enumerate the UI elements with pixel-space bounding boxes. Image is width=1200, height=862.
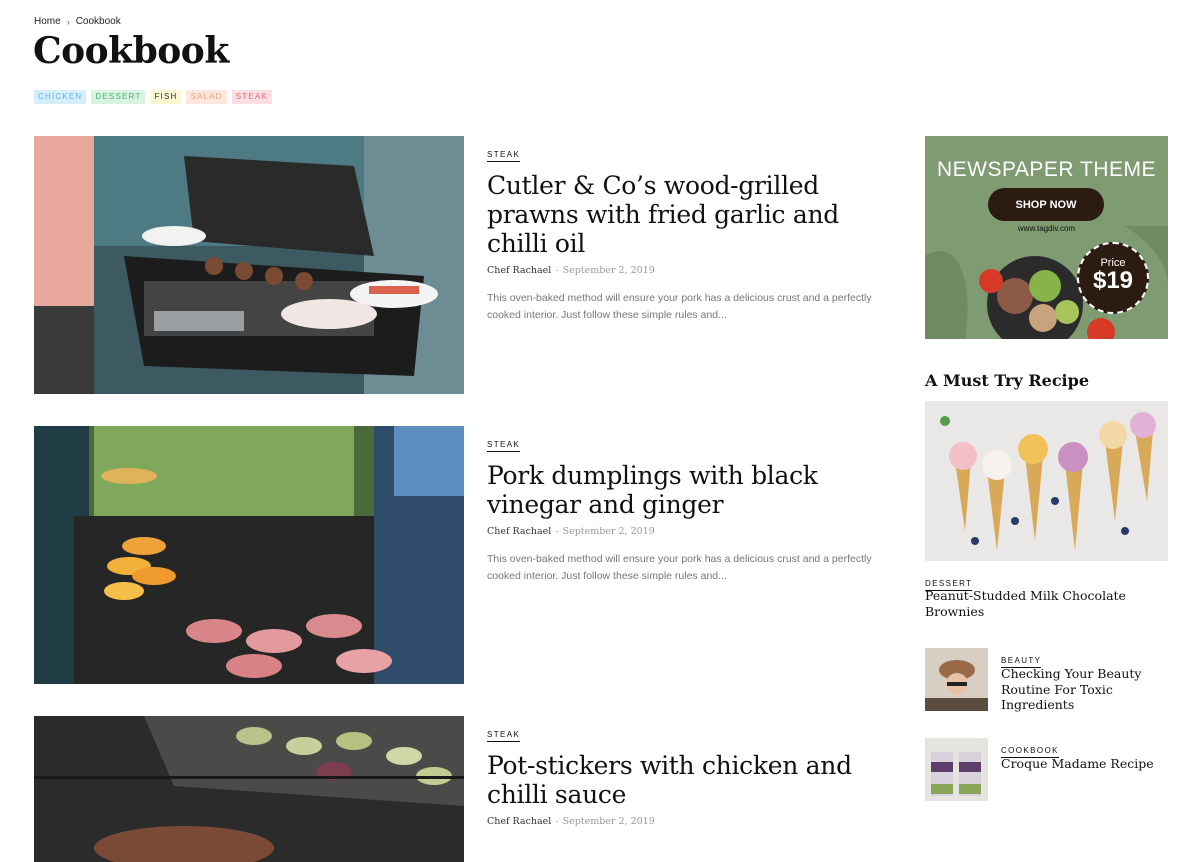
post-category[interactable]: STEAK (487, 150, 521, 162)
sidebar-post-category-wrap: BEAUTY (1001, 648, 1042, 668)
post-excerpt: This oven-baked method will ensure your … (487, 553, 872, 582)
post-meta: Chef Rachael - September 2, 2019 (487, 816, 877, 827)
sidebar-post-thumbnail[interactable] (925, 738, 988, 801)
sidebar-post-category-wrap: COOKBOOK (1001, 738, 1059, 758)
ad-url: www.tagdiv.com (1017, 224, 1076, 233)
tag-salad[interactable]: SALAD (186, 90, 227, 104)
post-author[interactable]: Chef Rachael (487, 816, 551, 827)
post-card: STEAK Pork dumplings with black vinegar … (34, 426, 874, 684)
breadcrumb: Home › Cookbook (34, 16, 121, 27)
post-category[interactable]: STEAK (487, 730, 521, 742)
sidebar-post-item: COOKBOOK Croque Madame Recipe (925, 738, 1168, 802)
post-info: STEAK Pork dumplings with black vinegar … (487, 432, 877, 585)
sidebar-post-item: BEAUTY Checking Your Beauty Routine For … (925, 648, 1168, 712)
post-info: STEAK Pot-stickers with chicken and chil… (487, 722, 877, 827)
ad-price-value: $19 (1092, 267, 1134, 294)
post-date: September 2, 2019 (562, 816, 655, 827)
widget-title: A Must Try Recipe (925, 371, 1089, 390)
post-title[interactable]: Pot-stickers with chicken and chilli sau… (487, 751, 877, 809)
ad-title: NEWSPAPER THEME (936, 158, 1157, 181)
post-card: STEAK Cutler & Co’s wood-grilled prawns … (34, 136, 874, 394)
post-meta: Chef Rachael - September 2, 2019 (487, 526, 877, 537)
breadcrumb-home-link[interactable]: Home (34, 16, 61, 27)
breadcrumb-current[interactable]: Cookbook (76, 16, 121, 27)
post-thumbnail-bbq[interactable] (34, 426, 464, 684)
post-author[interactable]: Chef Rachael (487, 526, 551, 537)
ad-price-badge: Price $19 (1077, 242, 1149, 314)
post-title[interactable]: Cutler & Co’s wood-grilled prawns with f… (487, 171, 877, 258)
sidebar-ad-banner[interactable]: NEWSPAPER THEME SHOP NOW www.tagdiv.com … (925, 136, 1168, 339)
post-title[interactable]: Pork dumplings with black vinegar and gi… (487, 461, 877, 519)
post-excerpt: This oven-baked method will ensure your … (487, 292, 872, 321)
post-author[interactable]: Chef Rachael (487, 265, 551, 276)
tag-steak[interactable]: STEAK (231, 90, 272, 104)
meta-separator: - (555, 526, 559, 537)
sidebar-post-thumbnail[interactable] (925, 648, 988, 711)
breadcrumb-separator: › (66, 16, 70, 27)
tag-dessert[interactable]: DESSERT (91, 90, 146, 104)
post-info: STEAK Cutler & Co’s wood-grilled prawns … (487, 142, 877, 324)
tag-fish[interactable]: FISH (150, 90, 182, 104)
shop-now-button[interactable]: SHOP NOW (988, 188, 1104, 221)
post-thumbnail-grill-vegetables[interactable] (34, 716, 464, 862)
tag-chicken[interactable]: CHICKEN (34, 90, 87, 104)
sidebar-post-title[interactable]: Croque Madame Recipe (1001, 756, 1168, 772)
post-date: September 2, 2019 (562, 526, 655, 537)
post-category[interactable]: STEAK (487, 440, 521, 452)
featured-recipe-title[interactable]: Peanut-Studded Milk Chocolate Brownies (925, 588, 1168, 620)
meta-separator: - (555, 265, 559, 276)
featured-recipe-image[interactable] (925, 401, 1168, 561)
post-date: September 2, 2019 (562, 265, 655, 276)
post-card: STEAK Pot-stickers with chicken and chil… (34, 716, 874, 862)
post-meta: Chef Rachael - September 2, 2019 (487, 265, 877, 276)
post-thumbnail-grill[interactable] (34, 136, 464, 394)
meta-separator: - (555, 816, 559, 827)
sidebar-post-title[interactable]: Checking Your Beauty Routine For Toxic I… (1001, 666, 1168, 713)
page-title: Cookbook (33, 30, 229, 72)
category-tags: CHICKEN DESSERT FISH SALAD STEAK (34, 90, 272, 104)
